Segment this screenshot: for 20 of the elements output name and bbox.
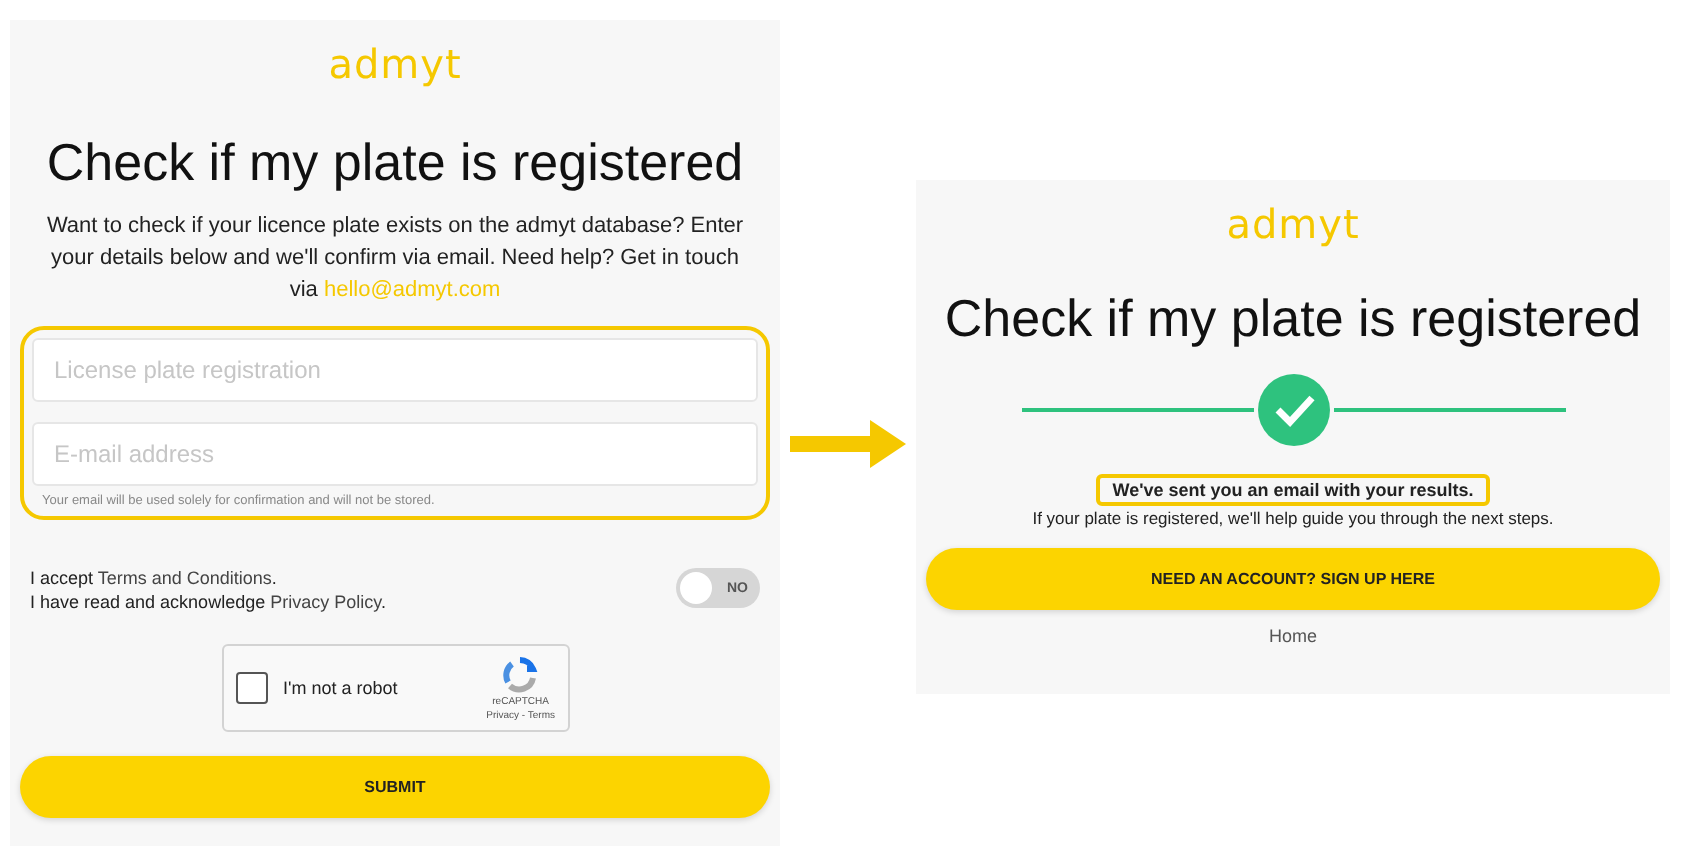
policy-link[interactable]: Terms and Conditions <box>97 568 272 588</box>
submit-button[interactable]: SUBMIT <box>20 756 770 818</box>
admyt-logo: admyt <box>328 40 462 88</box>
page-title: Check if my plate is registered <box>46 132 744 194</box>
signup-button[interactable]: NEED AN ACCOUNT? SIGN UP HERE <box>926 548 1660 610</box>
input-field[interactable]: License plate registration <box>32 338 758 402</box>
admyt-logo: admyt <box>1226 200 1360 248</box>
home-link[interactable]: Home <box>1268 626 1317 646</box>
consent-text: I have read and acknowledge Privacy Policy. <box>30 592 386 612</box>
arrow-icon <box>790 420 906 468</box>
consent-text: I accept Terms and Conditions. <box>30 568 279 588</box>
captcha-label: I'm not a robot <box>283 678 400 698</box>
policy-link[interactable]: Privacy Policy <box>270 592 381 612</box>
page-title: Check if my plate is registered <box>944 288 1642 350</box>
success-message: We've sent you an email with your results. <box>1096 474 1490 506</box>
recaptcha-icon <box>500 654 541 694</box>
intro-text: Want to check if your licence plate exists on the admyt database? Enter your details below and we'll confirm via email. Need help? Get in touch via hello@admyt.com <box>44 212 746 306</box>
input-field[interactable]: E-mail address <box>32 422 758 486</box>
captcha-checkbox[interactable] <box>235 672 267 704</box>
next-steps-text: If your plate is registered, we'll help guide you through the next steps. <box>1032 508 1554 528</box>
